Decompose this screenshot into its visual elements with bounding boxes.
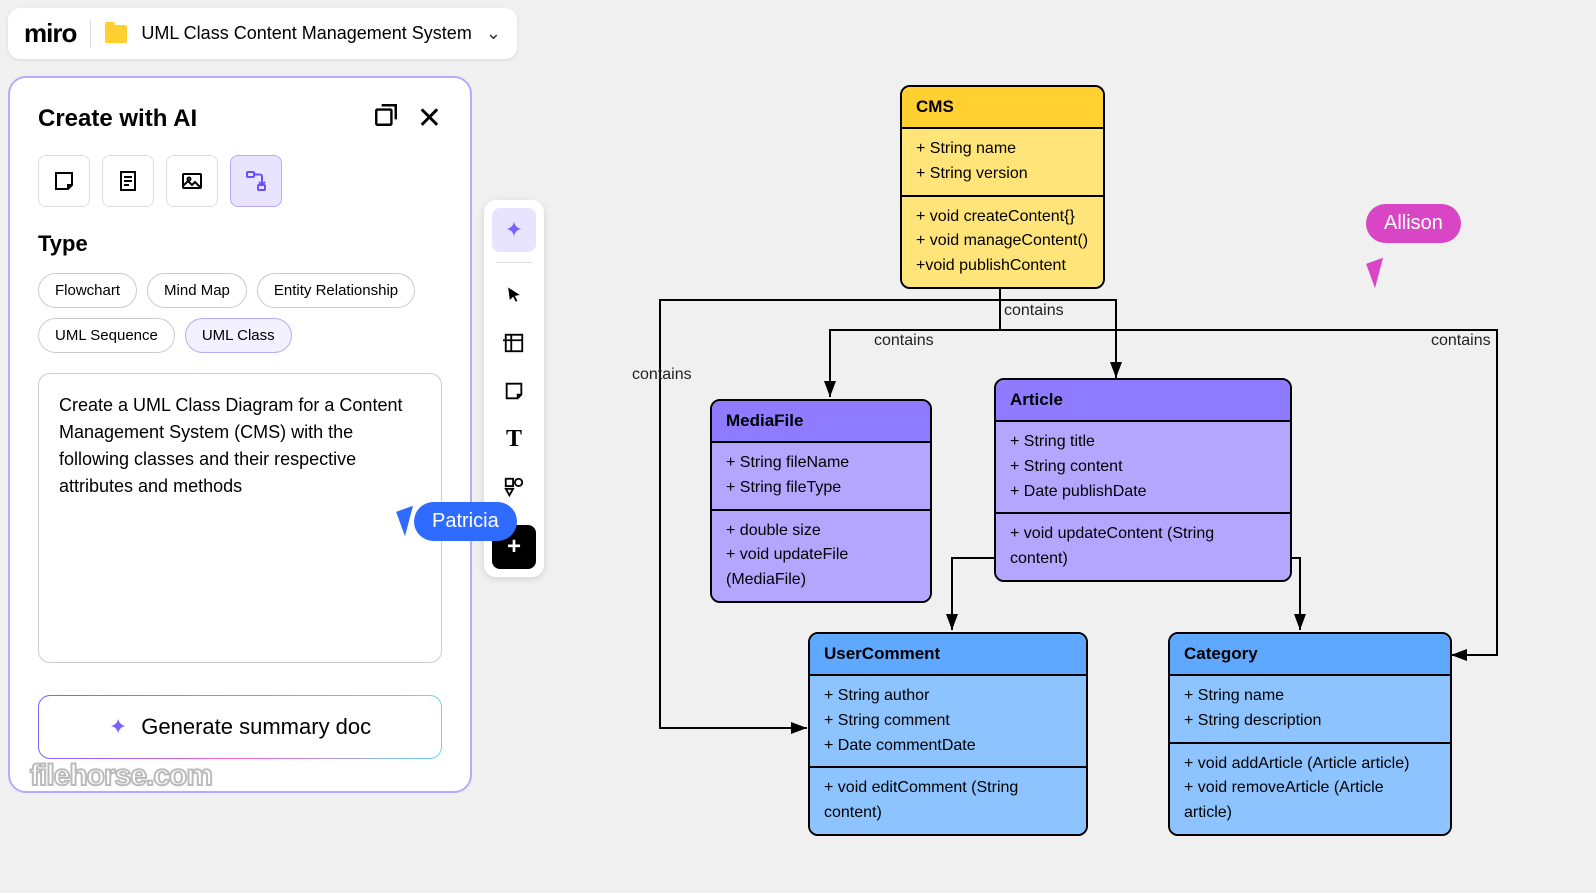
side-text-icon[interactable]: T [492, 417, 536, 461]
generate-button[interactable]: ✦ Generate summary doc [38, 695, 442, 759]
ai-panel: Create with AI ✕ Type Flowchart Mind Map… [8, 76, 472, 793]
side-sticky-icon[interactable] [492, 369, 536, 413]
tool-image[interactable] [166, 155, 218, 207]
user-cursor-patricia: Patricia [400, 508, 517, 541]
edge-contains-4: contains [1427, 330, 1495, 352]
uml-attrs: + String name+ String version [902, 129, 1103, 197]
uml-attrs: + String name+ String description [1170, 676, 1450, 744]
generate-label: Generate summary doc [141, 714, 371, 740]
uml-class-mediafile[interactable]: MediaFile + String fileName+ String file… [710, 399, 932, 603]
uml-class-article[interactable]: Article + String title+ String content+ … [994, 378, 1292, 582]
side-frame-icon[interactable] [492, 321, 536, 365]
chevron-down-icon[interactable]: ⌄ [486, 23, 501, 44]
tool-sticky[interactable] [38, 155, 90, 207]
uml-class-category[interactable]: Category + String name+ String descripti… [1168, 632, 1452, 836]
uml-attrs: + String title+ String content+ Date pub… [996, 422, 1290, 514]
chip-mindmap[interactable]: Mind Map [147, 273, 247, 308]
divider [90, 20, 91, 48]
uml-class-usercomment[interactable]: UserComment + String author+ String comm… [808, 632, 1088, 836]
close-icon[interactable]: ✕ [417, 104, 442, 134]
uml-methods: + void addArticle (Article article)+ voi… [1170, 744, 1450, 834]
tool-doc[interactable] [102, 155, 154, 207]
user-label-patricia: Patricia [414, 502, 517, 541]
edge-contains-3: contains [628, 364, 696, 386]
edge-contains-1: contains [1000, 300, 1068, 322]
top-bar: miro UML Class Content Management System… [8, 8, 517, 59]
uml-title: Article [996, 380, 1290, 422]
type-label: Type [38, 231, 442, 257]
uml-attrs: + String author+ String comment+ Date co… [810, 676, 1086, 768]
uml-attrs: + String fileName+ String fileType [712, 443, 930, 511]
folder-icon [105, 25, 127, 43]
ai-panel-title: Create with AI [38, 105, 197, 133]
user-cursor-allison: Allison [1370, 210, 1461, 243]
type-chips: Flowchart Mind Map Entity Relationship U… [38, 273, 442, 353]
miro-logo: miro [24, 18, 76, 49]
uml-class-cms[interactable]: CMS + String name+ String version + void… [900, 85, 1105, 289]
uml-methods: + void createContent{}+ void manageConte… [902, 197, 1103, 287]
chip-umlseq[interactable]: UML Sequence [38, 318, 175, 353]
user-label-allison: Allison [1366, 204, 1461, 243]
chip-er[interactable]: Entity Relationship [257, 273, 415, 308]
prompt-input[interactable]: Create a UML Class Diagram for a Content… [38, 373, 442, 663]
sparkle-icon: ✦ [109, 714, 127, 740]
uml-title: MediaFile [712, 401, 930, 443]
watermark: filehorse.com [30, 759, 212, 793]
tool-row [38, 155, 442, 207]
expand-icon[interactable] [373, 102, 399, 135]
chip-umlclass[interactable]: UML Class [185, 318, 292, 353]
uml-methods: + void editComment (String content) [810, 768, 1086, 834]
uml-methods: + void updateContent (String content) [996, 514, 1290, 580]
edge-contains-2: contains [870, 330, 938, 352]
board-name[interactable]: UML Class Content Management System [141, 23, 471, 44]
tool-diagram[interactable] [230, 155, 282, 207]
side-cursor-icon[interactable] [492, 273, 536, 317]
chip-flowchart[interactable]: Flowchart [38, 273, 137, 308]
uml-title: UserComment [810, 634, 1086, 676]
uml-title: Category [1170, 634, 1450, 676]
uml-methods: + double size+ void updateFile (MediaFil… [712, 511, 930, 601]
uml-title: CMS [902, 87, 1103, 129]
side-sparkle-icon[interactable]: ✦ [492, 208, 536, 252]
